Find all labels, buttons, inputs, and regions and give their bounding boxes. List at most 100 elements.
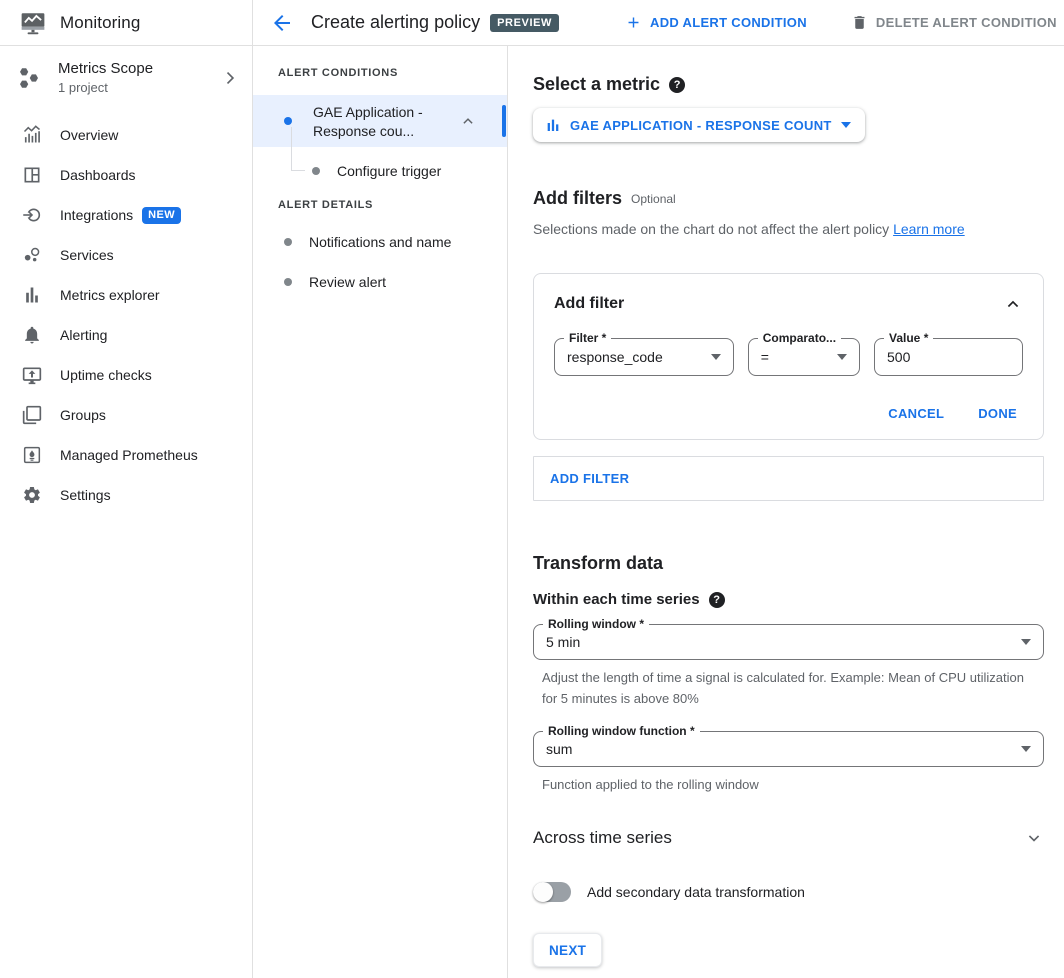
dropdown-caret-icon <box>837 354 847 360</box>
app-header: Monitoring <box>0 0 252 46</box>
steps-panel: ALERT CONDITIONS GAE Application - Respo… <box>253 46 508 978</box>
metrics-explorer-icon <box>22 285 42 305</box>
monitoring-app: Monitoring Metrics Scope 1 project <box>0 0 1064 978</box>
step-dot <box>284 238 292 246</box>
bar-chart-icon <box>545 117 561 133</box>
add-alert-condition-label: ADD ALERT CONDITION <box>650 15 807 30</box>
settings-icon <box>22 485 42 505</box>
filter-value: response_code <box>567 349 711 365</box>
metrics-scope-title: Metrics Scope <box>58 60 220 77</box>
sidebar-item-groups[interactable]: Groups <box>0 395 252 435</box>
filters-note: Selections made on the chart do not affe… <box>533 221 1044 237</box>
secondary-transformation-row: Add secondary data transformation <box>533 882 1044 902</box>
sidebar-item-managed-prometheus[interactable]: Managed Prometheus <box>0 435 252 475</box>
help-icon[interactable]: ? <box>669 77 685 93</box>
step-review-alert[interactable]: Review alert <box>284 268 386 296</box>
sidebar-item-dashboards[interactable]: Dashboards <box>0 155 252 195</box>
rolling-window-function-value: sum <box>546 741 1021 757</box>
add-filter-card: Add filter Filter * response_code Compar… <box>533 273 1044 440</box>
main-content: Select a metric ? GAE APPLICATION - RESP… <box>509 46 1064 978</box>
condition-title: GAE Application - Response cou... <box>313 103 423 141</box>
rolling-window-select[interactable]: Rolling window * 5 min <box>533 624 1044 660</box>
sidebar-item-label: Groups <box>60 407 106 423</box>
next-button[interactable]: NEXT <box>533 933 602 967</box>
help-icon[interactable]: ? <box>709 592 725 608</box>
chevron-up-icon[interactable] <box>459 112 477 130</box>
rolling-window-function-helper-text: Function applied to the rolling window <box>533 774 1033 795</box>
sidebar-item-settings[interactable]: Settings <box>0 475 252 515</box>
sidebar-item-integrations[interactable]: Integrations NEW <box>0 195 252 235</box>
sidebar-item-label: Overview <box>60 127 118 143</box>
next-button-label: NEXT <box>549 943 586 958</box>
step-label: Configure trigger <box>337 163 441 179</box>
sidebar-item-label: Dashboards <box>60 167 136 183</box>
sidebar-item-overview[interactable]: Overview <box>0 115 252 155</box>
dashboards-icon <box>22 165 42 185</box>
sidebar-item-label: Settings <box>60 487 111 503</box>
metrics-scope-subtitle: 1 project <box>58 80 220 95</box>
rolling-window-function-label: Rolling window function * <box>543 724 700 738</box>
step-label: Notifications and name <box>309 234 451 250</box>
step-connector-line <box>291 127 305 171</box>
sidebar-item-metrics-explorer[interactable]: Metrics explorer <box>0 275 252 315</box>
sidebar-item-label: Alerting <box>60 327 107 343</box>
managed-prometheus-icon <box>22 445 42 465</box>
secondary-transformation-label: Add secondary data transformation <box>587 884 805 900</box>
sidebar-item-label: Managed Prometheus <box>60 447 198 463</box>
collapse-chevron-up-icon[interactable] <box>1003 294 1023 314</box>
comparator-select[interactable]: Comparato... = <box>748 338 860 376</box>
monitoring-logo-icon <box>20 10 46 36</box>
rolling-window-function-select[interactable]: Rolling window function * sum <box>533 731 1044 767</box>
dropdown-caret-icon <box>1021 639 1031 645</box>
filter-select[interactable]: Filter * response_code <box>554 338 734 376</box>
filter-label: Filter * <box>564 331 611 345</box>
step-notifications-and-name[interactable]: Notifications and name <box>284 228 451 256</box>
done-button[interactable]: DONE <box>978 406 1017 421</box>
value-field[interactable]: Value * <box>874 338 1023 376</box>
metric-chip-label: GAE APPLICATION - RESPONSE COUNT <box>570 118 832 133</box>
step-dot <box>312 167 320 175</box>
optional-label: Optional <box>631 192 676 206</box>
trash-icon <box>851 14 868 31</box>
rolling-window-helper-text: Adjust the length of time a signal is ca… <box>533 667 1033 709</box>
step-configure-trigger[interactable]: Configure trigger <box>312 157 441 185</box>
alerting-icon <box>22 325 42 345</box>
across-time-series-heading: Across time series <box>533 828 672 848</box>
sidebar-item-label: Uptime checks <box>60 367 152 383</box>
chevron-down-icon[interactable] <box>1024 828 1044 848</box>
preview-badge: PREVIEW <box>490 14 559 32</box>
metric-selector-chip[interactable]: GAE APPLICATION - RESPONSE COUNT <box>533 108 865 142</box>
cancel-button[interactable]: CANCEL <box>888 406 944 421</box>
active-step-dot <box>284 117 292 125</box>
transform-data-heading: Transform data <box>533 553 1044 574</box>
add-filter-button[interactable]: ADD FILTER <box>533 456 1044 501</box>
topbar: Create alerting policy PREVIEW ADD ALERT… <box>253 0 1064 46</box>
delete-alert-condition-button[interactable]: DELETE ALERT CONDITION <box>851 14 1057 31</box>
metrics-scope-selector[interactable]: Metrics Scope 1 project <box>0 46 252 109</box>
value-input[interactable] <box>887 349 1010 365</box>
dropdown-caret-icon <box>711 354 721 360</box>
alert-details-section-label: ALERT DETAILS <box>278 199 373 211</box>
integrations-icon <box>22 205 42 225</box>
add-filter-title: Add filter <box>554 295 624 313</box>
sidebar-item-label: Metrics explorer <box>60 287 160 303</box>
step-dot <box>284 278 292 286</box>
rolling-window-value: 5 min <box>546 634 1021 650</box>
learn-more-link[interactable]: Learn more <box>893 221 965 237</box>
app-title: Monitoring <box>60 13 140 33</box>
sidebar-item-alerting[interactable]: Alerting <box>0 315 252 355</box>
toggle-knob <box>533 882 553 902</box>
add-alert-condition-button[interactable]: ADD ALERT CONDITION <box>625 14 807 31</box>
select-metric-heading: Select a metric ? <box>533 74 1044 95</box>
sidebar-item-uptime-checks[interactable]: Uptime checks <box>0 355 252 395</box>
back-arrow-icon[interactable] <box>270 11 294 35</box>
delete-alert-condition-label: DELETE ALERT CONDITION <box>876 15 1057 30</box>
across-time-series-section[interactable]: Across time series <box>533 828 1044 848</box>
alert-conditions-section-label: ALERT CONDITIONS <box>278 67 398 79</box>
add-filters-heading: Add filters Optional <box>533 188 1044 209</box>
sidebar-item-services[interactable]: Services <box>0 235 252 275</box>
dropdown-caret-icon <box>841 122 851 128</box>
add-filter-button-label: ADD FILTER <box>550 471 629 486</box>
secondary-transformation-toggle[interactable] <box>533 882 571 902</box>
rolling-window-label: Rolling window * <box>543 617 649 631</box>
